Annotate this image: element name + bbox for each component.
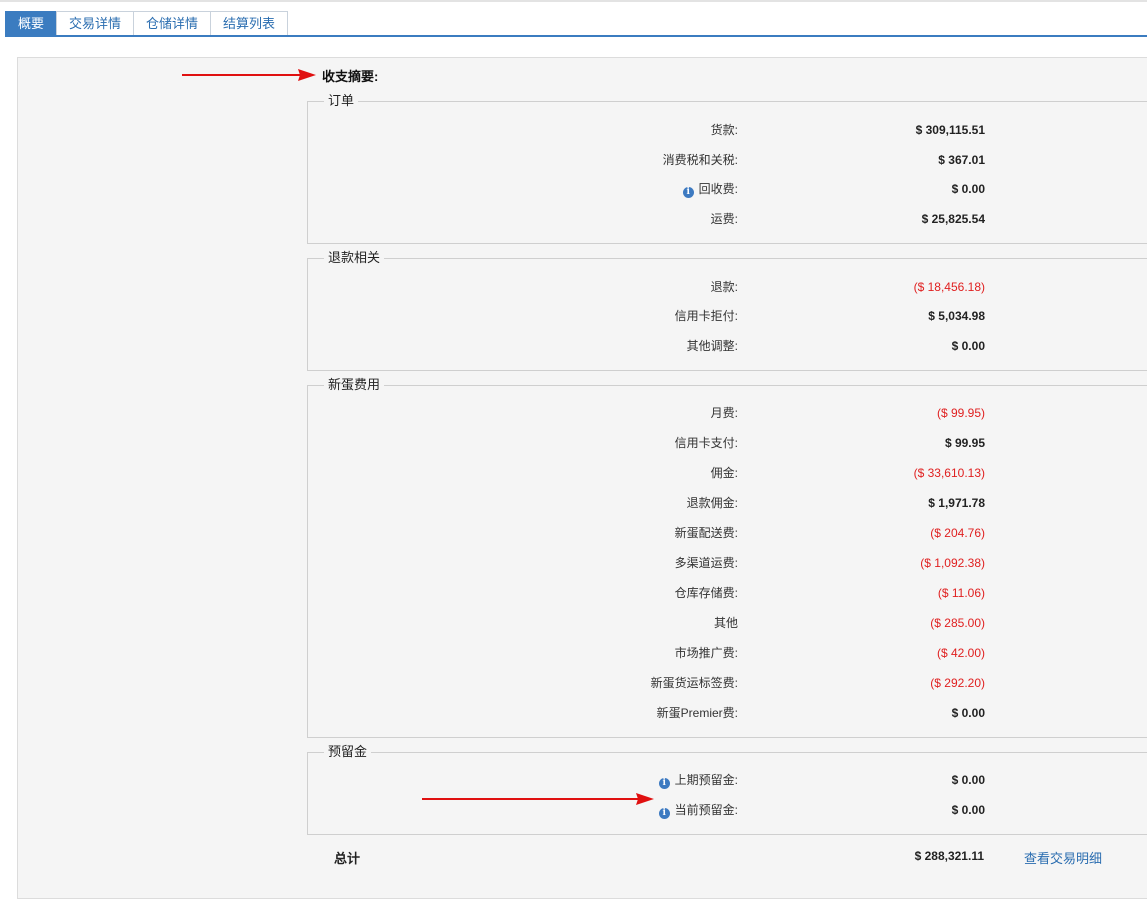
group-orders-title: 订单 xyxy=(324,93,359,109)
row-value: $ 0.00 xyxy=(951,706,985,720)
row-label-text: 上期预留金: xyxy=(674,773,738,787)
row-label-text: 当前预留金: xyxy=(674,803,738,817)
row-other: 其他 ($ 285.00) xyxy=(308,613,1008,633)
row-label: 信用卡拒付: xyxy=(674,309,738,323)
row-value: ($ 1,092.38) xyxy=(920,556,985,570)
row-value: $ 99.95 xyxy=(944,436,985,450)
total-label: 总计 xyxy=(334,851,361,866)
tab-storage-details[interactable]: 仓储详情 xyxy=(133,11,211,36)
row-label: 佣金: xyxy=(710,466,738,480)
row-recycling-fee: i 回收费: $ 0.00 xyxy=(308,179,1008,199)
row-shipping-fee: 运费: $ 25,825.54 xyxy=(308,209,1008,229)
row-label: 其他 xyxy=(713,616,738,630)
group-newegg-fees-title: 新蛋费用 xyxy=(324,377,385,393)
row-label: 消费税和关税: xyxy=(662,153,738,167)
row-label: 多渠道运费: xyxy=(674,556,738,570)
row-label: 仓库存储费: xyxy=(674,586,738,600)
row-newegg-delivery-fee: 新蛋配送费: ($ 204.76) xyxy=(308,523,1008,543)
row-credit-card-payment: 信用卡支付: $ 99.95 xyxy=(308,433,1008,453)
top-border xyxy=(0,0,1147,2)
row-warehouse-storage: 仓库存储费: ($ 11.06) xyxy=(308,583,1008,603)
info-icon[interactable]: i xyxy=(682,187,694,198)
row-value: ($ 204.76) xyxy=(930,526,985,540)
row-value: ($ 33,610.13) xyxy=(913,466,985,480)
row-label: 信用卡支付: xyxy=(674,436,738,450)
row-label: 退款佣金: xyxy=(686,496,738,510)
row-value: ($ 99.95) xyxy=(936,406,985,420)
group-refunds-title: 退款相关 xyxy=(324,250,385,266)
group-reserve-title: 预留金 xyxy=(324,744,372,760)
row-value: ($ 42.00) xyxy=(936,646,985,660)
row-value: $ 0.00 xyxy=(951,803,985,817)
annotation-arrow-reserve xyxy=(422,793,654,805)
row-value: ($ 285.00) xyxy=(930,616,985,630)
row-label: 货款: xyxy=(710,123,738,137)
row-consumption-tax: 消费税和关税: $ 367.01 xyxy=(308,150,1008,170)
row-previous-reserve: i 上期预留金: $ 0.00 xyxy=(308,770,1008,790)
row-commission: 佣金: ($ 33,610.13) xyxy=(308,463,1008,483)
row-label: 市场推广费: xyxy=(674,646,738,660)
row-value: ($ 11.06) xyxy=(937,586,985,600)
group-orders: 订单 货款: $ 309,115.51 消费税和关税: $ 367.01 i 回收… xyxy=(307,93,1147,244)
row-marketing-fee: 市场推广费: ($ 42.00) xyxy=(308,643,1008,663)
tab-transaction-details[interactable]: 交易详情 xyxy=(56,11,134,36)
row-multichannel-shipping: 多渠道运费: ($ 1,092.38) xyxy=(308,553,1008,573)
row-value: ($ 292.20) xyxy=(930,676,985,690)
row-other-adjustment: 其他调整: $ 0.00 xyxy=(308,336,1008,356)
row-premier-fee: 新蛋Premier费: $ 0.00 xyxy=(308,703,1008,723)
row-value: $ 309,115.51 xyxy=(915,123,985,137)
row-label-with-info: i 当前预留金: xyxy=(658,800,738,820)
row-refund: 退款: ($ 18,456.18) xyxy=(308,277,1008,297)
tab-underline xyxy=(5,35,1147,37)
row-label: 其他调整: xyxy=(686,339,738,353)
row-label: 新蛋Premier费: xyxy=(656,706,738,720)
row-label-with-info: i 上期预留金: xyxy=(658,770,738,790)
row-value: $ 0.00 xyxy=(951,182,985,196)
row-value: $ 0.00 xyxy=(951,773,985,787)
tab-settlement-list[interactable]: 结算列表 xyxy=(210,11,288,36)
row-goods-payment: 货款: $ 309,115.51 xyxy=(308,120,1008,140)
group-refunds: 退款相关 退款: ($ 18,456.18) 信用卡拒付: $ 5,034.98… xyxy=(307,250,1147,371)
row-value: ($ 18,456.18) xyxy=(913,280,985,294)
row-value: $ 0.00 xyxy=(951,339,985,353)
group-newegg-fees: 新蛋费用 月费: ($ 99.95) 信用卡支付: $ 99.95 佣金: ($… xyxy=(307,377,1147,738)
row-label-text: 回收费: xyxy=(698,182,738,196)
row-value: $ 25,825.54 xyxy=(921,212,985,226)
row-label: 运费: xyxy=(710,212,738,226)
info-icon[interactable]: i xyxy=(658,778,670,789)
row-label: 退款: xyxy=(710,280,738,294)
row-label: 月费: xyxy=(710,406,738,420)
summary-title: 收支摘要: xyxy=(322,69,379,84)
row-label: 新蛋货运标签费: xyxy=(650,676,738,690)
view-transaction-details-link[interactable]: 查看交易明细 xyxy=(1024,848,1102,867)
row-value: $ 1,971.78 xyxy=(928,496,985,510)
row-label: 新蛋配送费: xyxy=(674,526,738,540)
row-label-with-info: i 回收费: xyxy=(682,179,738,199)
annotation-arrow-title xyxy=(182,69,316,81)
row-value: $ 5,034.98 xyxy=(928,309,985,323)
info-icon[interactable]: i xyxy=(658,808,670,819)
total-value: $ 288,321.11 xyxy=(914,849,984,863)
row-chargeback: 信用卡拒付: $ 5,034.98 xyxy=(308,306,1008,326)
row-refund-commission: 退款佣金: $ 1,971.78 xyxy=(308,493,1008,513)
tab-overview[interactable]: 概要 xyxy=(5,11,57,36)
row-shipping-label-fee: 新蛋货运标签费: ($ 292.20) xyxy=(308,673,1008,693)
row-value: $ 367.01 xyxy=(938,153,985,167)
row-monthly-fee: 月费: ($ 99.95) xyxy=(308,403,1008,423)
